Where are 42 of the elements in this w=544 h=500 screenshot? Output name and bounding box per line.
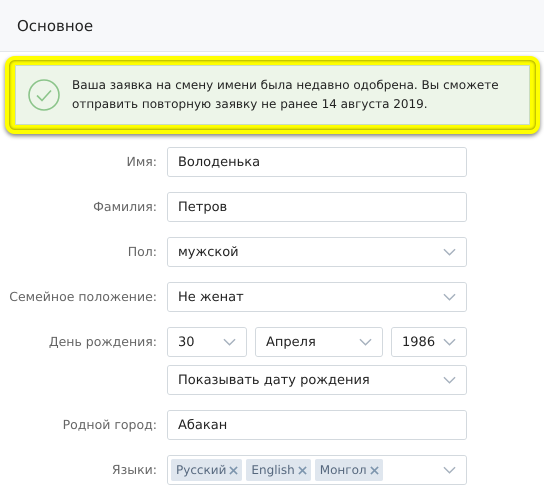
field-label: Имя: xyxy=(125,153,158,171)
language-tag[interactable]: English xyxy=(246,459,311,481)
dropdown-value: Показывать дату рождения xyxy=(178,372,371,388)
remove-icon[interactable] xyxy=(229,466,238,474)
dropdown-value: 1986 xyxy=(402,334,436,350)
field-label: Фамилия: xyxy=(92,198,158,216)
dropdown-value: Не женат xyxy=(178,290,245,304)
remove-icon[interactable] xyxy=(370,466,379,474)
dropdown[interactable]: Не женат xyxy=(167,282,467,312)
dropdown[interactable]: Показывать дату рождения xyxy=(167,365,467,395)
input-field[interactable]: Петров xyxy=(167,192,467,222)
field-label: Родной город: xyxy=(62,416,158,434)
notice-text: Ваша заявка на смену имени была недавно одобрена. Вы сможете отправить повторную заявку не ранее 14 августа 2019. xyxy=(72,77,500,113)
field-label: Семейное положение: xyxy=(8,288,158,306)
chevron-down-icon xyxy=(443,248,456,256)
field-label: День рождения: xyxy=(48,333,158,351)
chevron-down-icon xyxy=(443,376,456,384)
tag-text: Монгол xyxy=(320,463,367,477)
dropdown-value: Апреля xyxy=(266,334,317,350)
dropdown-value: мужской xyxy=(178,244,240,260)
chevron-down-icon xyxy=(443,466,456,474)
field-label: Языки: xyxy=(110,461,158,479)
section-title: Основное xyxy=(17,16,94,34)
chevron-down-icon xyxy=(359,338,372,346)
input-field[interactable]: Володенька xyxy=(167,147,467,177)
chevron-down-icon xyxy=(223,338,236,346)
input-field[interactable]: Абакан xyxy=(167,410,467,440)
language-tag[interactable]: Русский xyxy=(171,459,242,481)
chevron-down-icon xyxy=(443,338,456,346)
language-tag[interactable]: Монгол xyxy=(314,459,383,481)
tag-text: Русский xyxy=(176,463,226,477)
chevron-down-icon xyxy=(443,293,456,301)
tag-field[interactable]: Русский English Монгол xyxy=(167,455,467,485)
remove-icon[interactable] xyxy=(298,466,307,474)
dropdown[interactable]: мужской xyxy=(167,237,467,267)
tag-text: English xyxy=(251,463,295,477)
check-circle-icon xyxy=(28,79,60,111)
dropdown[interactable]: Апреля xyxy=(255,327,383,357)
dropdown[interactable]: 30 xyxy=(167,327,247,357)
dropdown-value: 30 xyxy=(178,334,196,350)
field-label: Пол: xyxy=(126,243,158,261)
dropdown[interactable]: 1986 xyxy=(391,327,467,357)
